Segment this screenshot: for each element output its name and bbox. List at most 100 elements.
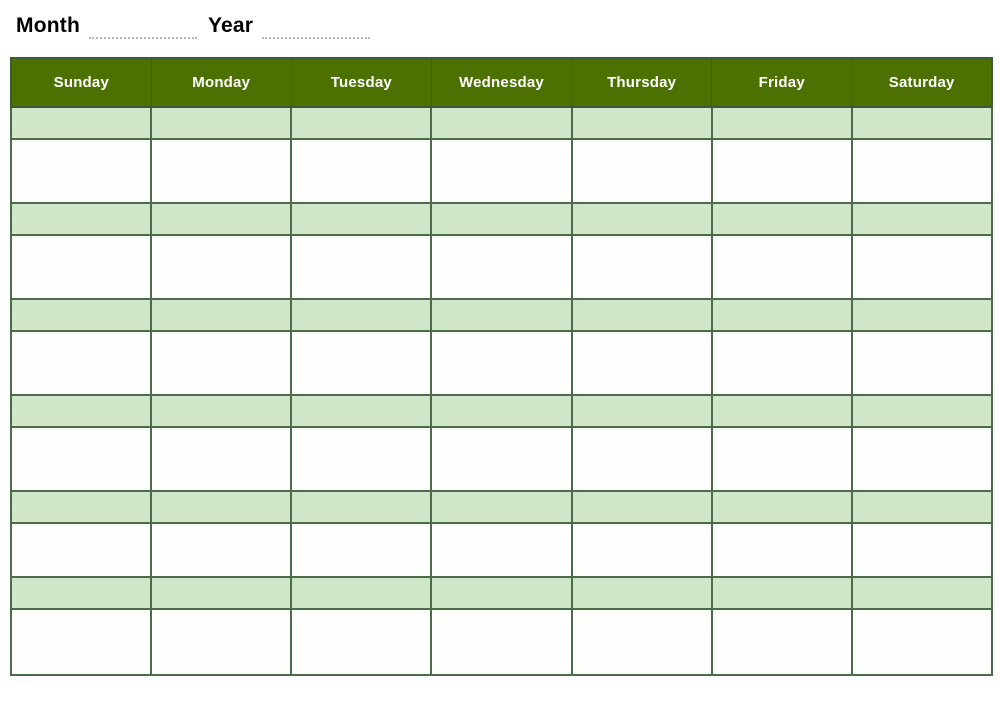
note-cell[interactable] [290,234,433,300]
note-cell[interactable] [9,608,153,676]
note-cell[interactable] [150,608,293,676]
note-cell[interactable] [150,522,293,578]
note-cell[interactable] [290,426,433,492]
date-cell-text [152,108,290,138]
date-cell[interactable] [430,576,573,610]
date-cell[interactable] [150,106,293,140]
note-cell[interactable] [430,608,573,676]
note-cell[interactable] [570,608,713,676]
note-cell[interactable] [850,522,994,578]
date-cell[interactable] [710,490,853,524]
note-cell[interactable] [150,138,293,204]
note-cell[interactable] [9,138,153,204]
note-cell[interactable] [430,234,573,300]
note-cell[interactable] [710,608,853,676]
note-cell[interactable] [150,330,293,396]
date-cell-text [432,492,570,522]
note-cell[interactable] [710,426,853,492]
date-cell[interactable] [430,490,573,524]
date-cell[interactable] [710,202,853,236]
date-cell[interactable] [710,394,853,428]
note-cell[interactable] [150,426,293,492]
date-cell[interactable] [570,298,713,332]
date-cell[interactable] [9,106,153,140]
date-cell-text [853,204,991,234]
note-cell[interactable] [850,234,994,300]
note-cell[interactable] [570,234,713,300]
date-cell[interactable] [850,394,994,428]
note-cell[interactable] [430,330,573,396]
note-cell[interactable] [290,522,433,578]
date-cell[interactable] [9,298,153,332]
note-cell[interactable] [850,138,994,204]
note-cell[interactable] [290,138,433,204]
date-cell[interactable] [150,202,293,236]
note-cell[interactable] [570,330,713,396]
note-cell-text [853,524,991,576]
note-cell[interactable] [9,234,153,300]
date-cell[interactable] [290,202,433,236]
note-cell-text [432,332,570,394]
note-cell-text [12,524,150,576]
date-cell[interactable] [570,106,713,140]
date-cell[interactable] [850,490,994,524]
date-cell-text [292,108,430,138]
note-cell[interactable] [9,426,153,492]
note-cell[interactable] [850,426,994,492]
date-cell[interactable] [430,298,573,332]
date-cell[interactable] [9,490,153,524]
date-cell[interactable] [570,394,713,428]
day-header-monday: Monday [150,57,292,108]
note-cell[interactable] [290,330,433,396]
note-cell-text [432,610,570,674]
date-cell-text [432,300,570,330]
date-cell[interactable] [710,298,853,332]
date-cell[interactable] [850,576,994,610]
date-cell[interactable] [570,576,713,610]
date-cell[interactable] [850,106,994,140]
date-cell-text [432,396,570,426]
note-cell[interactable] [150,234,293,300]
date-cell-text [432,578,570,608]
date-cell[interactable] [430,202,573,236]
month-fill-in-line[interactable] [88,23,197,39]
note-cell[interactable] [710,522,853,578]
date-cell[interactable] [850,202,994,236]
date-cell[interactable] [290,298,433,332]
date-cell[interactable] [9,576,153,610]
date-cell[interactable] [150,394,293,428]
note-cell[interactable] [570,138,713,204]
year-fill-in-line[interactable] [262,23,371,39]
date-cell[interactable] [570,202,713,236]
note-cell[interactable] [710,234,853,300]
note-cell[interactable] [430,522,573,578]
date-cell-text [853,492,991,522]
note-cell[interactable] [710,138,853,204]
date-cell[interactable] [290,106,433,140]
note-cell[interactable] [850,330,994,396]
date-cell[interactable] [290,490,433,524]
date-cell[interactable] [710,106,853,140]
date-cell[interactable] [850,298,994,332]
date-cell[interactable] [430,106,573,140]
note-cell[interactable] [430,138,573,204]
date-cell[interactable] [150,298,293,332]
note-cell[interactable] [710,330,853,396]
note-cell[interactable] [570,426,713,492]
date-cell[interactable] [290,576,433,610]
date-cell[interactable] [290,394,433,428]
note-cell[interactable] [850,608,994,676]
date-cell[interactable] [430,394,573,428]
note-cell[interactable] [9,522,153,578]
date-cell[interactable] [9,202,153,236]
note-cell[interactable] [290,608,433,676]
note-cell[interactable] [570,522,713,578]
date-cell[interactable] [570,490,713,524]
date-cell[interactable] [150,576,293,610]
date-cell[interactable] [9,394,153,428]
note-cell[interactable] [9,330,153,396]
date-cell-text [573,396,711,426]
date-cell[interactable] [710,576,853,610]
date-cell[interactable] [150,490,293,524]
note-cell[interactable] [430,426,573,492]
